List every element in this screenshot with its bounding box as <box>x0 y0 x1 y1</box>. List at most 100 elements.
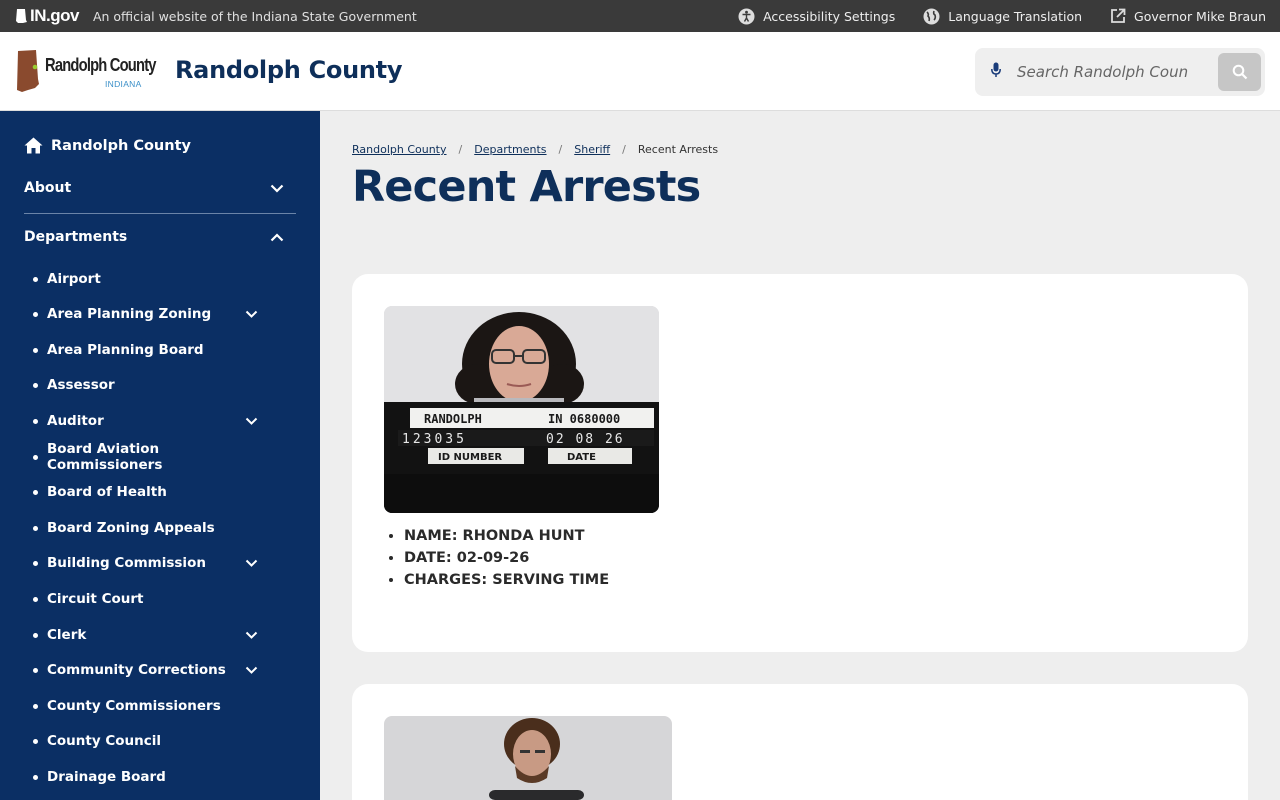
bullet <box>33 347 38 353</box>
placard-id-number: 123035 <box>402 432 467 447</box>
county-logo-name: Randolph County <box>45 55 157 75</box>
chevron-down-icon[interactable] <box>245 631 258 639</box>
sidebar-item-label: Clerk <box>47 627 87 643</box>
governor-link-label: Governor Mike Braun <box>1134 8 1266 24</box>
accessibility-settings-label: Accessibility Settings <box>763 8 896 24</box>
arrest-name: NAME: RHONDA HUNT <box>404 528 609 544</box>
search-input[interactable] <box>1017 58 1189 86</box>
sidebar-item-board-aviation-commissioners[interactable]: Board Aviation Commissioners <box>33 441 273 473</box>
chevron-down-icon[interactable] <box>245 310 258 318</box>
page-title: Recent Arrests <box>352 162 701 212</box>
bullet <box>33 703 38 709</box>
microphone-icon[interactable] <box>991 62 1001 78</box>
site-header: Randolph County INDIANA Randolph County <box>0 32 1280 111</box>
sidebar-item-label: Board of Health <box>47 484 167 500</box>
sidebar-section-about[interactable]: About <box>24 180 296 204</box>
search-button[interactable] <box>1218 53 1261 91</box>
sidebar-section-departments[interactable]: Departments <box>24 229 296 253</box>
bullet <box>33 667 38 673</box>
language-translation-label: Language Translation <box>948 8 1083 24</box>
home-icon <box>24 137 43 154</box>
accessibility-settings-link[interactable]: Accessibility Settings <box>738 8 895 25</box>
mugshot-image: RANDOLPH IN 0680000 123035 02 08 26 ID N… <box>384 306 659 513</box>
sidebar-item-label: Area Planning Board <box>47 342 204 358</box>
bullet <box>33 311 38 317</box>
mugshot-photo[interactable] <box>384 716 672 800</box>
sidebar-item-label: Community Corrections <box>47 662 226 678</box>
sidebar-section-label: About <box>24 180 72 196</box>
sidebar-item-area-planning-board[interactable]: Area Planning Board <box>33 338 273 362</box>
bullet <box>33 489 38 495</box>
placard-state-id: IN 0680000 <box>548 412 620 426</box>
sidebar-divider <box>24 213 296 214</box>
county-logo[interactable]: Randolph County INDIANA <box>16 49 157 95</box>
sidebar-item-area-planning-zoning[interactable]: Area Planning Zoning <box>33 302 273 326</box>
sidebar-nav: Randolph County About Departments Airpor… <box>0 111 320 800</box>
bullet <box>33 276 38 282</box>
sidebar-item-county-council[interactable]: County Council <box>33 729 273 753</box>
in-gov-logo[interactable]: IN.gov <box>16 6 79 26</box>
breadcrumb-separator: / <box>458 143 463 156</box>
bullet <box>33 632 38 638</box>
indiana-state-icon <box>16 9 27 23</box>
sidebar-item-board-zoning-appeals[interactable]: Board Zoning Appeals <box>33 516 273 540</box>
arrest-charges: CHARGES: SERVING TIME <box>404 572 609 588</box>
governor-link[interactable]: Governor Mike Braun <box>1110 8 1266 24</box>
placard-agency: RANDOLPH <box>424 412 482 426</box>
sidebar-item-label: Assessor <box>47 377 115 393</box>
sidebar-item-label: Board Zoning Appeals <box>47 520 215 536</box>
sidebar-item-label: County Commissioners <box>47 698 221 714</box>
accessibility-icon <box>738 8 755 24</box>
breadcrumb-separator: / <box>622 143 626 156</box>
chevron-down-icon[interactable] <box>245 559 258 567</box>
county-logo-state: INDIANA <box>105 79 142 89</box>
bullet <box>33 738 38 744</box>
sidebar-item-board-of-health[interactable]: Board of Health <box>33 480 273 504</box>
in-gov-logo-text: IN.gov <box>30 6 79 25</box>
breadcrumb-link-randolph-county[interactable]: Randolph County <box>352 143 447 156</box>
chevron-down-icon[interactable] <box>245 417 258 425</box>
sidebar-item-label: Board Aviation Commissioners <box>47 441 163 473</box>
mugshot-photo[interactable]: RANDOLPH IN 0680000 123035 02 08 26 ID N… <box>384 306 659 513</box>
sidebar-item-label: Airport <box>47 271 101 287</box>
sidebar-item-community-corrections[interactable]: Community Corrections <box>33 658 273 682</box>
sidebar-section-label: Departments <box>24 229 128 245</box>
mugshot-image <box>384 716 672 800</box>
sidebar-item-label: Circuit Court <box>47 591 144 607</box>
globe-icon <box>923 8 940 24</box>
breadcrumb-current: Recent Arrests <box>637 143 719 156</box>
sidebar-home-link[interactable]: Randolph County <box>24 137 191 154</box>
sidebar-item-clerk[interactable]: Clerk <box>33 623 273 647</box>
chevron-down-icon[interactable] <box>245 666 258 674</box>
breadcrumb: Randolph County / Departments / Sheriff … <box>352 143 718 156</box>
sidebar-item-drainage-board[interactable]: Drainage Board <box>33 765 273 789</box>
breadcrumb-link-sheriff[interactable]: Sheriff <box>574 143 610 156</box>
sidebar-item-building-commission[interactable]: Building Commission <box>33 551 273 575</box>
bullet <box>33 774 38 780</box>
breadcrumb-link-departments[interactable]: Departments <box>474 143 546 156</box>
state-banner: IN.gov An official website of the Indian… <box>0 0 1280 32</box>
chevron-up-icon <box>270 233 284 242</box>
bullet <box>33 418 38 424</box>
language-translation-link[interactable]: Language Translation <box>923 8 1082 25</box>
official-site-text: An official website of the Indiana State… <box>92 8 417 24</box>
sidebar-item-auditor[interactable]: Auditor <box>33 409 273 433</box>
sidebar-item-label: Building Commission <box>47 555 206 571</box>
site-title[interactable]: Randolph County <box>175 56 402 84</box>
arrest-details: NAME: RHONDA HUNT DATE: 02-09-26 CHARGES… <box>404 528 609 594</box>
placard-photo-date: 02 08 26 <box>546 432 625 447</box>
sidebar-item-airport[interactable]: Airport <box>33 267 273 291</box>
state-banner-links: Accessibility Settings Language Translat… <box>738 0 1266 32</box>
sidebar-item-label: Area Planning Zoning <box>47 306 212 322</box>
bullet <box>33 454 38 460</box>
bullet <box>33 596 38 602</box>
sidebar-item-label: Auditor <box>47 413 104 429</box>
indiana-map-icon <box>17 50 39 92</box>
breadcrumb-separator: / <box>558 143 563 156</box>
sidebar-item-county-commissioners[interactable]: County Commissioners <box>33 694 273 718</box>
sidebar-item-assessor[interactable]: Assessor <box>33 373 273 397</box>
chevron-down-icon <box>270 184 284 193</box>
search-icon <box>1232 64 1247 80</box>
sidebar-item-circuit-court[interactable]: Circuit Court <box>33 587 273 611</box>
arrest-card <box>352 684 1248 800</box>
